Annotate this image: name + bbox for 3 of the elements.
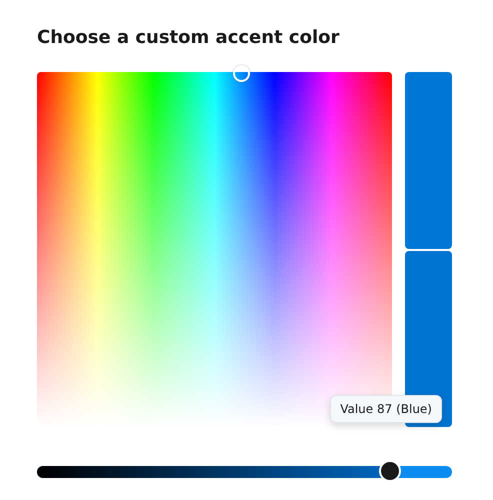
color-selector-handle[interactable] xyxy=(233,65,250,82)
title: Choose a custom accent color xyxy=(37,26,340,50)
value-tooltip: Value 87 (Blue) xyxy=(330,395,442,423)
